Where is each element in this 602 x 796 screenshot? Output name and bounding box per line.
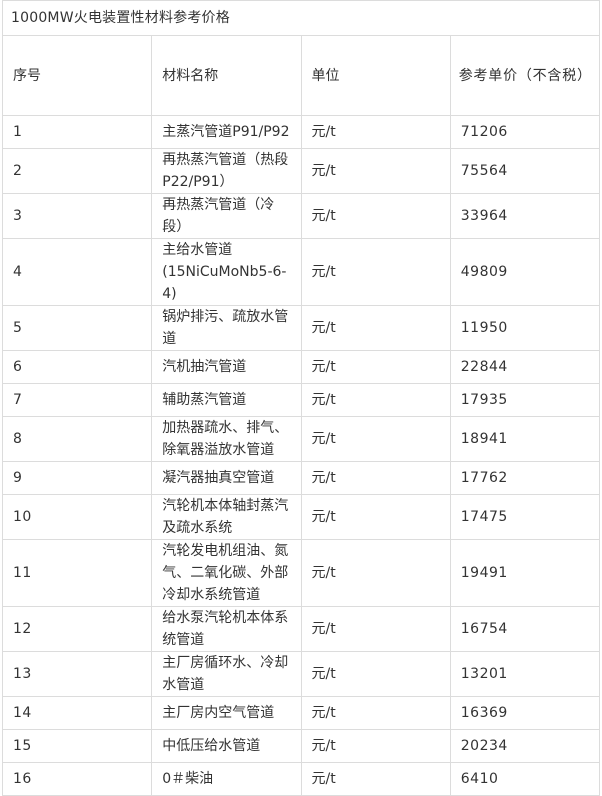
cell-unit: 元/t <box>300 696 451 730</box>
cell-no: 3 <box>1 193 153 239</box>
table-title: 1000MW火电装置性材料参考价格 <box>2 0 600 36</box>
cell-no: 9 <box>1 461 153 495</box>
cell-no: 12 <box>1 606 153 652</box>
cell-price: 20234 <box>449 729 601 763</box>
table-row: 11 汽轮发电机组油、氮气、二氧化碳、外部冷却水系统管道 元/t 19491 <box>1 539 601 607</box>
cell-price: 71206 <box>449 115 601 149</box>
cell-name: 汽轮机本体轴封蒸汽及疏水系统 <box>151 494 302 540</box>
cell-unit: 元/t <box>300 416 451 462</box>
header-price: 参考单价（不含税） <box>449 35 601 116</box>
cell-unit: 元/t <box>300 383 451 417</box>
cell-name: 加热器疏水、排气、除氧器溢放水管道 <box>151 416 302 462</box>
cell-name: 凝汽器抽真空管道 <box>151 461 302 495</box>
cell-no: 2 <box>1 148 153 194</box>
table-title-row: 1000MW火电装置性材料参考价格 <box>2 0 600 36</box>
header-name: 材料名称 <box>151 35 302 116</box>
cell-unit: 元/t <box>300 606 451 652</box>
cell-no: 10 <box>1 494 153 540</box>
table-row: 14 主厂房内空气管道 元/t 16369 <box>1 696 601 730</box>
cell-price: 17762 <box>449 461 601 495</box>
table-row: 16 0＃柴油 元/t 6410 <box>1 762 601 796</box>
cell-unit: 元/t <box>300 461 451 495</box>
table-row: 1 主蒸汽管道P91/P92 元/t 71206 <box>1 115 601 149</box>
table-row: 8 加热器疏水、排气、除氧器溢放水管道 元/t 18941 <box>1 416 601 462</box>
table-row: 7 辅助蒸汽管道 元/t 17935 <box>1 383 601 417</box>
cell-price: 17935 <box>449 383 601 417</box>
cell-unit: 元/t <box>300 305 451 351</box>
cell-unit: 元/t <box>300 539 451 607</box>
cell-name: 辅助蒸汽管道 <box>151 383 302 417</box>
cell-price: 19491 <box>449 539 601 607</box>
cell-unit: 元/t <box>300 762 451 796</box>
cell-no: 15 <box>1 729 153 763</box>
header-unit: 单位 <box>300 35 451 116</box>
cell-price: 16369 <box>449 696 601 730</box>
cell-no: 6 <box>1 350 153 384</box>
header-no: 序号 <box>1 35 153 116</box>
table-row: 4 主给水管道(15NiCuMoNb5-6-4) 元/t 49809 <box>1 238 601 306</box>
cell-name: 再热蒸汽管道（冷段） <box>151 193 302 239</box>
cell-no: 14 <box>1 696 153 730</box>
cell-price: 11950 <box>449 305 601 351</box>
cell-no: 5 <box>1 305 153 351</box>
table-row: 6 汽机抽汽管道 元/t 22844 <box>1 350 601 384</box>
table-row: 3 再热蒸汽管道（冷段） 元/t 33964 <box>1 193 601 239</box>
cell-price: 49809 <box>449 238 601 306</box>
table-row: 9 凝汽器抽真空管道 元/t 17762 <box>1 461 601 495</box>
cell-no: 4 <box>1 238 153 306</box>
cell-unit: 元/t <box>300 115 451 149</box>
cell-unit: 元/t <box>300 238 451 306</box>
cell-no: 13 <box>1 651 153 697</box>
cell-name: 主厂房循环水、冷却水管道 <box>151 651 302 697</box>
cell-unit: 元/t <box>300 729 451 763</box>
cell-price: 18941 <box>449 416 601 462</box>
cell-no: 11 <box>1 539 153 607</box>
table-header-row: 序号 材料名称 单位 参考单价（不含税） <box>1 35 601 116</box>
price-table: 1000MW火电装置性材料参考价格 序号 材料名称 单位 参考单价（不含税） 1… <box>1 0 601 796</box>
cell-name: 主蒸汽管道P91/P92 <box>151 115 302 149</box>
table-row: 2 再热蒸汽管道（热段P22/P91） 元/t 75564 <box>1 148 601 194</box>
table-row: 10 汽轮机本体轴封蒸汽及疏水系统 元/t 17475 <box>1 494 601 540</box>
cell-price: 22844 <box>449 350 601 384</box>
cell-name: 中低压给水管道 <box>151 729 302 763</box>
cell-unit: 元/t <box>300 148 451 194</box>
cell-unit: 元/t <box>300 350 451 384</box>
table-row: 13 主厂房循环水、冷却水管道 元/t 13201 <box>1 651 601 697</box>
cell-name: 锅炉排污、疏放水管道 <box>151 305 302 351</box>
cell-unit: 元/t <box>300 651 451 697</box>
table-row: 5 锅炉排污、疏放水管道 元/t 11950 <box>1 305 601 351</box>
cell-price: 6410 <box>449 762 601 796</box>
cell-name: 主厂房内空气管道 <box>151 696 302 730</box>
cell-price: 13201 <box>449 651 601 697</box>
cell-unit: 元/t <box>300 494 451 540</box>
cell-unit: 元/t <box>300 193 451 239</box>
cell-price: 33964 <box>449 193 601 239</box>
cell-price: 16754 <box>449 606 601 652</box>
cell-no: 1 <box>1 115 153 149</box>
table-row: 15 中低压给水管道 元/t 20234 <box>1 729 601 763</box>
cell-name: 0＃柴油 <box>151 762 302 796</box>
cell-name: 汽机抽汽管道 <box>151 350 302 384</box>
cell-price: 75564 <box>449 148 601 194</box>
cell-name: 汽轮发电机组油、氮气、二氧化碳、外部冷却水系统管道 <box>151 539 302 607</box>
cell-no: 16 <box>1 762 153 796</box>
cell-no: 7 <box>1 383 153 417</box>
cell-name: 主给水管道(15NiCuMoNb5-6-4) <box>151 238 302 306</box>
cell-name: 再热蒸汽管道（热段P22/P91） <box>151 148 302 194</box>
cell-price: 17475 <box>449 494 601 540</box>
table-row: 12 给水泵汽轮机本体系统管道 元/t 16754 <box>1 606 601 652</box>
page: 1000MW火电装置性材料参考价格 序号 材料名称 单位 参考单价（不含税） 1… <box>0 0 602 796</box>
cell-no: 8 <box>1 416 153 462</box>
cell-name: 给水泵汽轮机本体系统管道 <box>151 606 302 652</box>
